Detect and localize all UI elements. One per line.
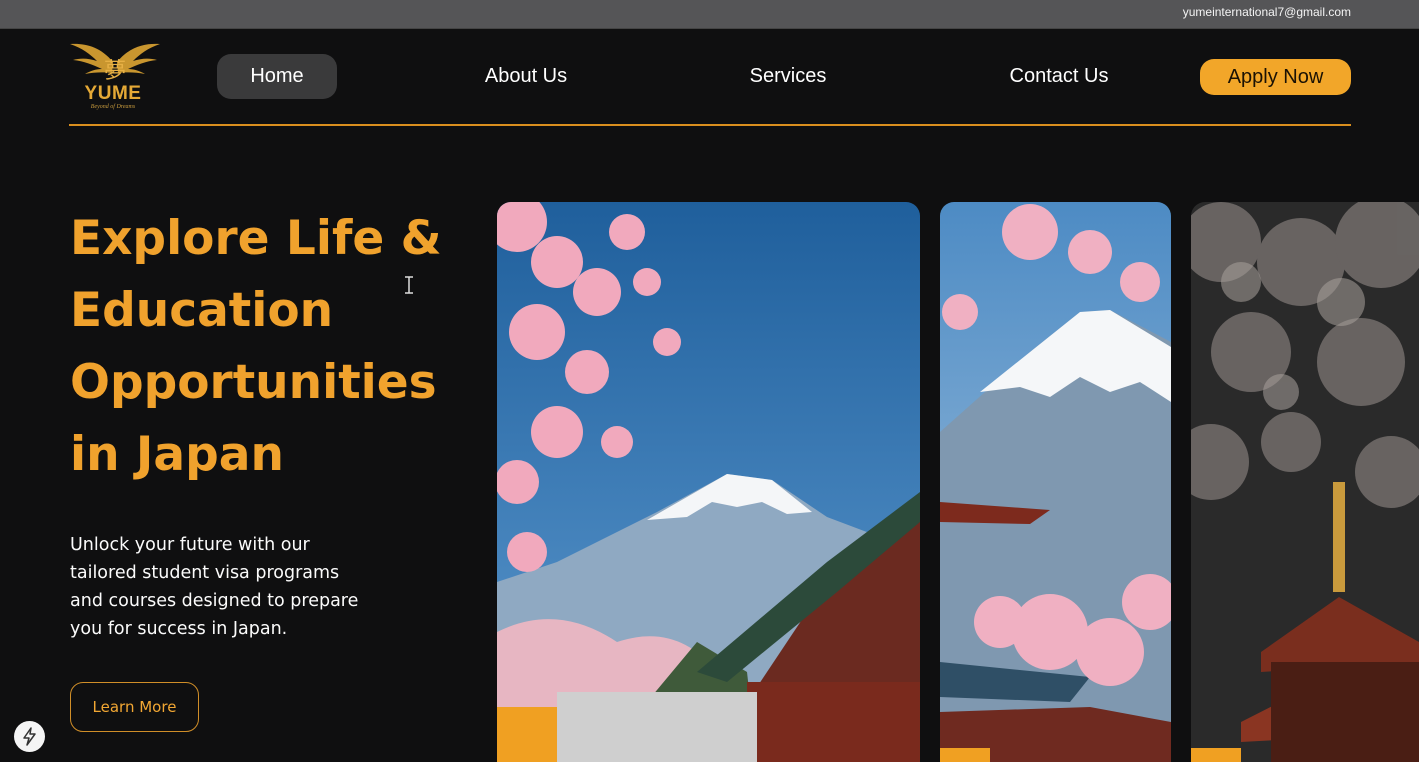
photo-accent-tab bbox=[940, 748, 990, 762]
learn-more-button[interactable]: Learn More bbox=[70, 682, 199, 732]
hero-photo-fuji-pagoda[interactable] bbox=[940, 202, 1171, 762]
apply-now-button[interactable]: Apply Now bbox=[1200, 59, 1351, 95]
site-logo[interactable]: 夢 YUME Beyond of Dreams bbox=[68, 40, 162, 114]
photo-accent-tab bbox=[497, 707, 557, 762]
hero-title: Explore Life & Education Opportunities i… bbox=[70, 211, 442, 482]
logo-kanji: 夢 bbox=[104, 59, 126, 84]
nav-contact-us[interactable]: Contact Us bbox=[995, 54, 1123, 99]
photo-accent-tab bbox=[1191, 748, 1241, 762]
hero-photo-night-pagoda[interactable] bbox=[1191, 202, 1419, 762]
nav-about-us[interactable]: About Us bbox=[466, 54, 586, 99]
hero-photo-fuji-temple[interactable] bbox=[497, 202, 920, 762]
logo-wings-icon: 夢 bbox=[70, 43, 160, 84]
logo-name: YUME bbox=[84, 83, 142, 104]
logo-tagline: Beyond of Dreams bbox=[90, 104, 136, 110]
lightning-bolt-icon[interactable] bbox=[14, 721, 45, 752]
text-cursor-icon bbox=[405, 276, 413, 294]
nav-home[interactable]: Home bbox=[217, 54, 337, 99]
nav-services[interactable]: Services bbox=[728, 54, 848, 99]
hero-description: Unlock your future with our tailored stu… bbox=[70, 535, 359, 639]
header-divider bbox=[69, 124, 1351, 126]
top-bar: yumeinternational7@gmail.com bbox=[0, 0, 1419, 29]
contact-email[interactable]: yumeinternational7@gmail.com bbox=[1183, 5, 1351, 19]
